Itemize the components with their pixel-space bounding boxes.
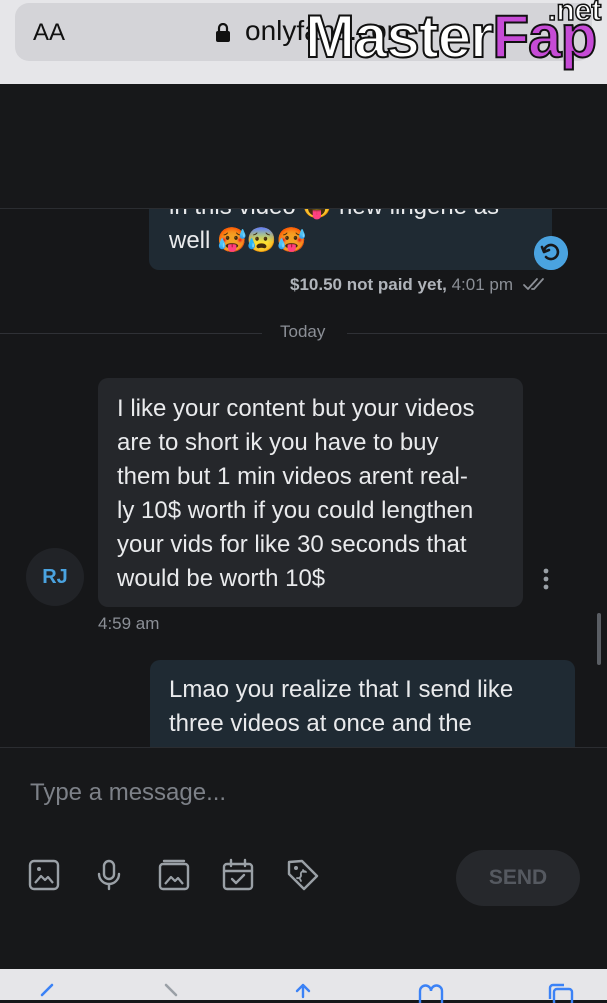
message-text: your vids for like 30 seconds that: [117, 531, 467, 558]
message-bubble-incoming[interactable]: I like your content but your videos are …: [98, 378, 523, 607]
watermark-tld: .net: [547, 0, 602, 28]
message-time: 4:59 am: [98, 614, 160, 633]
bookmarks-icon[interactable]: [418, 983, 444, 1003]
divider: [314, 172, 315, 190]
find-button[interactable]: Find: [517, 168, 556, 191]
message-input[interactable]: [28, 778, 572, 808]
chat-title[interactable]: Ronan Jory: [90, 110, 238, 143]
message-text: well 🥵😰🥵: [169, 227, 307, 254]
pencil-icon[interactable]: [266, 116, 290, 140]
message-text: three videos at once and the: [169, 710, 472, 737]
lock-icon: [216, 23, 230, 42]
message-bubble-outgoing[interactable]: in this video 😝 new lingerie as well 🥵😰🥵: [149, 190, 552, 270]
date-divider: Today: [280, 322, 326, 341]
message-meta: $10.50 not paid yet, 4:01 pm: [290, 275, 513, 295]
message-text: Lmao you realize that I send like: [169, 676, 514, 703]
message-bubble-outgoing[interactable]: Lmao you realize that I send like three …: [150, 660, 575, 760]
message-text: in this video 😝 new lingerie as: [169, 193, 500, 220]
kebab-icon[interactable]: [543, 568, 549, 590]
calendar-icon[interactable]: [221, 858, 255, 892]
divider: [472, 172, 473, 190]
browser-url-bar: AA onlyfans.com MasterFap .net: [0, 0, 607, 84]
scrollbar[interactable]: [597, 613, 601, 665]
message-time: 4:01 pm: [451, 275, 514, 294]
message-text: them but 1 min videos arent real-: [117, 463, 468, 490]
message-text: ly 10$ worth if you could lengthen: [117, 497, 474, 524]
bell-icon[interactable]: [384, 170, 404, 190]
price-status: $10.50 not paid yet,: [290, 275, 447, 294]
browser-toolbar: [0, 969, 607, 1003]
price-tag-icon[interactable]: [286, 858, 320, 892]
forward-icon[interactable]: [158, 983, 184, 1003]
text-size-button[interactable]: AA: [33, 19, 65, 47]
avatar[interactable]: RJ: [26, 548, 84, 606]
share-icon[interactable]: [290, 983, 316, 1003]
message-text: are to short ik you have to buy: [117, 429, 439, 456]
date-divider-line: [347, 333, 607, 334]
microphone-icon[interactable]: [92, 858, 126, 892]
reply-icon[interactable]: [534, 236, 568, 270]
last-seen-status: Last seen 4 hours ago: [91, 168, 289, 190]
image-icon[interactable]: [27, 858, 61, 892]
back-arrow-icon[interactable]: [30, 112, 62, 144]
more-icon[interactable]: [550, 114, 580, 134]
tabs-icon[interactable]: [548, 983, 574, 1003]
date-divider-line: [0, 333, 262, 334]
star-icon[interactable]: [330, 170, 350, 190]
read-checks-icon: [523, 278, 544, 290]
send-button[interactable]: SEND: [456, 850, 580, 906]
message-text: I like your content but your videos: [117, 395, 475, 422]
back-icon[interactable]: [34, 983, 60, 1003]
search-icon[interactable]: [490, 170, 510, 190]
divider: [367, 172, 368, 190]
gallery-icon[interactable]: [157, 858, 191, 892]
image-icon[interactable]: [437, 170, 457, 190]
divider: [420, 172, 421, 190]
message-composer: SEND: [0, 747, 607, 970]
message-text: would be worth 10$: [117, 565, 326, 592]
